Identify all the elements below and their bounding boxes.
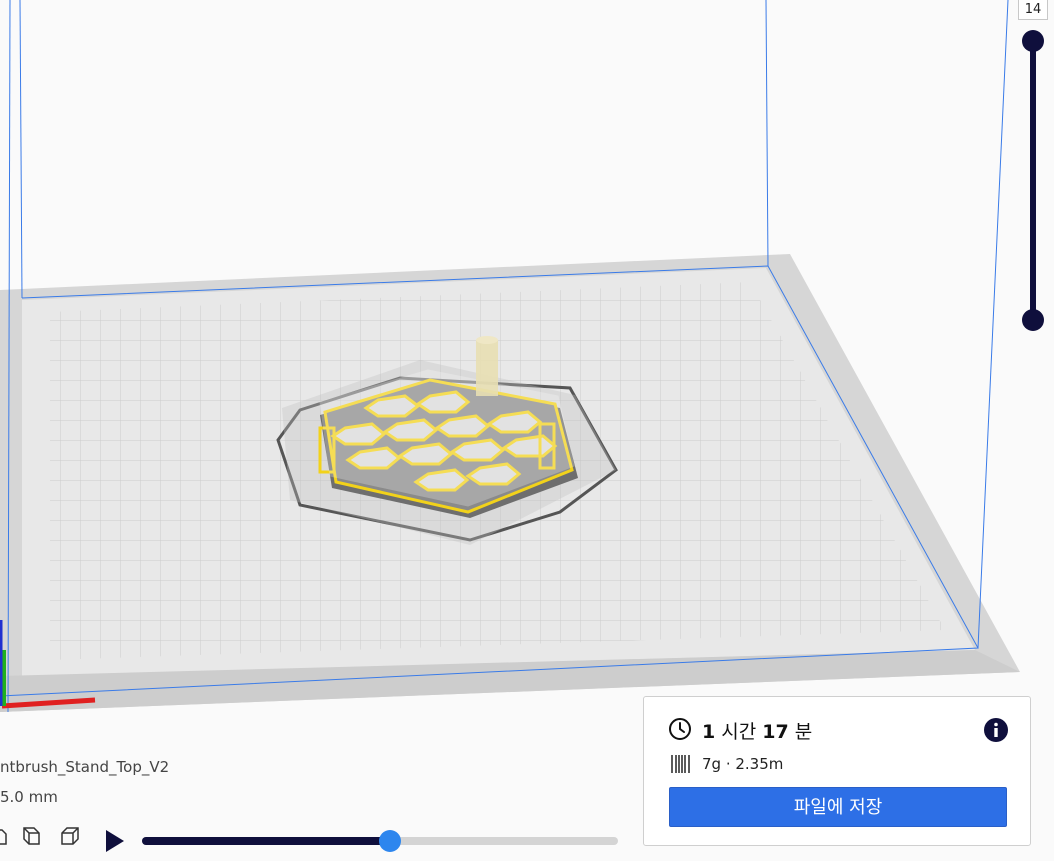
object-name: ntbrush_Stand_Top_V2 [0,758,170,776]
current-layer-label: 14 [1018,0,1048,20]
clock-icon [669,718,691,740]
layer-slider-bottom-handle[interactable] [1022,309,1044,331]
left-view-icon[interactable] [0,824,12,848]
save-to-file-button[interactable]: 파일에 저장 [669,787,1007,827]
print-time-hours: 1 [702,721,716,743]
simulation-progress-handle[interactable] [379,830,401,852]
nozzle-indicator [476,336,498,396]
right-view-icon[interactable] [58,824,82,848]
simulation-progress-fill [142,837,390,845]
print-time-minutes-unit: 분 [794,721,813,743]
layer-slider-track[interactable] [1030,40,1036,320]
print-info-panel: 1 시간 17 분 7g · 2.35m 파일에 저장 [643,696,1031,846]
info-icon[interactable] [983,717,1009,743]
play-icon [106,830,124,852]
material-usage: 7g · 2.35m [702,755,784,773]
print-time-minutes: 17 [762,721,789,743]
front-view-icon[interactable] [20,824,44,848]
play-simulation-button[interactable] [102,828,128,854]
print-time-hours-unit: 시간 [721,721,757,743]
filament-spool-icon [671,755,690,773]
print-time-estimate: 1 시간 17 분 [702,717,812,744]
layer-slider-top-handle[interactable] [1022,30,1044,52]
object-dimensions: 5.0 mm [0,788,58,806]
